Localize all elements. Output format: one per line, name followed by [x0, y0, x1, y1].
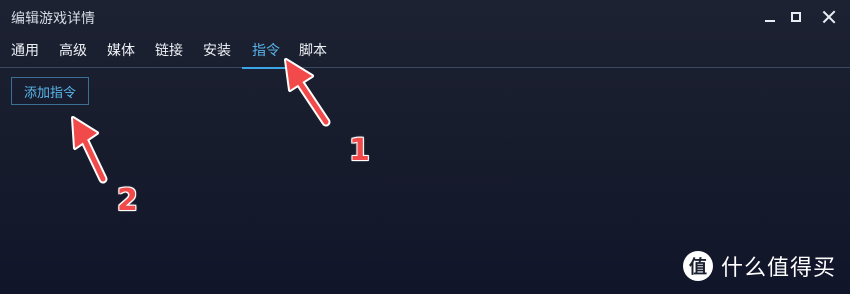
watermark: 值 什么值得买 [683, 249, 836, 283]
annotation-arrow-1 [284, 58, 331, 127]
watermark-logo-icon: 值 [683, 251, 713, 281]
annotation-marker-2: 2 [117, 183, 138, 218]
watermark-text: 什么值得买 [721, 256, 837, 281]
annotation-marker-1: 1 [349, 133, 370, 168]
annotation-arrow-2 [71, 116, 108, 184]
